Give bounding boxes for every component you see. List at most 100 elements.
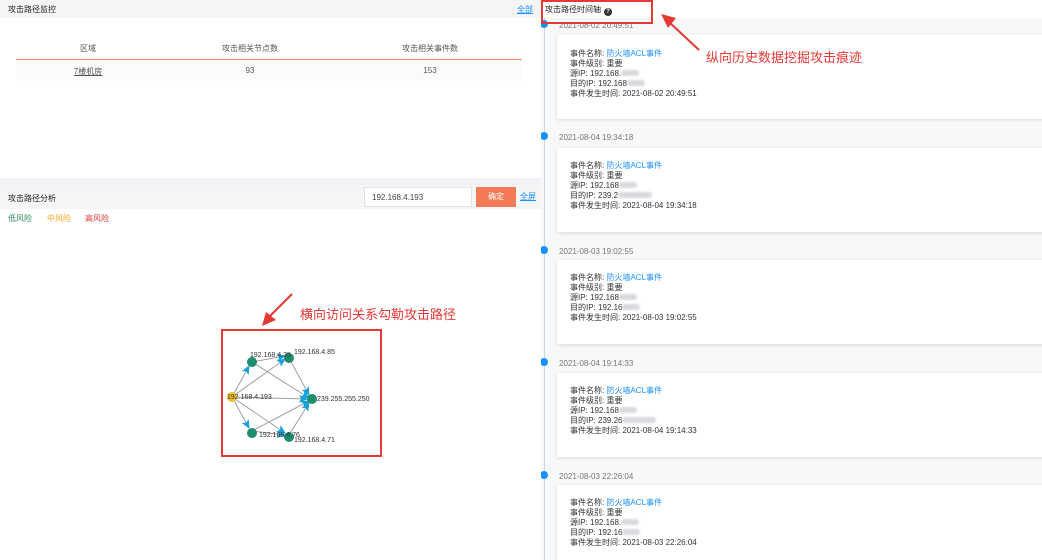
graph-node[interactable] — [307, 394, 317, 404]
event-name-label: 事件名称: — [570, 498, 607, 507]
dst-ip-label: 目的IP: — [570, 191, 599, 200]
event-level: 重要 — [606, 59, 623, 68]
dst-ip: 192.16 — [598, 528, 623, 537]
graph-label: 192.168.4.35 — [250, 352, 291, 359]
monitor-title: 攻击路径监控 — [8, 5, 56, 14]
timeline-dot — [541, 358, 548, 366]
dst-ip-label: 目的IP: — [570, 416, 599, 425]
stats-table-header: 区域 攻击相关节点数 攻击相关事件数 — [16, 38, 522, 60]
area-link[interactable]: 7楼机房 — [74, 66, 102, 77]
event-time: 2021-08-04 19:14:33 — [622, 426, 697, 435]
all-link[interactable]: 全部 — [517, 4, 533, 15]
timeline-panel: 2021-08-02 20:49:51 事件名称: 防火墙ACL事件 事件级别:… — [541, 0, 1042, 560]
event-level: 重要 — [606, 396, 623, 405]
fullscreen-link[interactable]: 全屏 — [520, 191, 536, 202]
graph-label: 192.168.4.193 — [227, 394, 272, 401]
event-card[interactable]: 事件名称: 防火墙ACL事件 事件级别: 重要 源IP: 192.168 目的I… — [557, 260, 1042, 344]
graph-canvas: 192.168.4.35 192.168.4.85 192.168.4.193 … — [227, 349, 370, 444]
event-time: 2021-08-03 22:26:04 — [622, 538, 697, 547]
annotation-vertical: 纵向历史数据挖掘攻击痕迹 — [706, 51, 863, 66]
src-ip-label: 源IP: — [570, 69, 591, 78]
event-level-label: 事件级别: — [570, 283, 607, 292]
timeline-highlight-box — [541, 0, 653, 24]
redacted-mask — [618, 294, 637, 300]
redacted-mask — [621, 519, 640, 525]
table-row: 7楼机房 93 153 — [16, 61, 522, 81]
legend-low-risk[interactable]: 低风险 — [8, 213, 32, 224]
timeline-dot — [541, 132, 548, 140]
redacted-mask — [622, 417, 657, 423]
col-area: 区域 — [80, 44, 96, 53]
annotation-horizontal: 横向访问关系勾勒攻击路径 — [300, 308, 457, 323]
redacted-mask — [618, 192, 653, 198]
legend-mid-risk[interactable]: 中风险 — [47, 213, 71, 224]
confirm-button[interactable]: 确定 — [476, 187, 516, 207]
event-time-label: 事件发生时间: — [570, 538, 623, 547]
annotation-arrow-vertical — [661, 14, 700, 51]
graph-label: 192.168.4.85 — [294, 349, 335, 356]
legend-high-risk[interactable]: 高风险 — [85, 213, 109, 224]
src-ip: 192.168. — [590, 69, 622, 78]
redacted-mask — [618, 407, 637, 413]
event-level: 重要 — [606, 508, 623, 517]
attack-graph: 192.168.4.35 192.168.4.85 192.168.4.193 … — [221, 329, 382, 457]
event-name-label: 事件名称: — [570, 273, 607, 282]
monitor-panel: 攻击路径监控 全部 区域 攻击相关节点数 攻击相关事件数 7楼机房 93 153 — [0, 0, 541, 178]
event-name-link[interactable]: 防火墙ACL事件 — [606, 386, 662, 395]
ip-search-input[interactable] — [364, 187, 472, 207]
event-name-label: 事件名称: — [570, 161, 607, 170]
event-level: 重要 — [606, 171, 623, 180]
dst-ip-label: 目的IP: — [570, 303, 599, 312]
event-name-label: 事件名称: — [570, 386, 607, 395]
src-ip-label: 源IP: — [570, 406, 591, 415]
dst-ip-label: 目的IP: — [570, 79, 599, 88]
event-name-link[interactable]: 防火墙ACL事件 — [606, 273, 662, 282]
src-ip: 192.168 — [590, 293, 619, 302]
event-level-label: 事件级别: — [570, 396, 607, 405]
event-card[interactable]: 事件名称: 防火墙ACL事件 事件级别: 重要 源IP: 192.168 目的I… — [557, 148, 1042, 232]
graph-edge — [288, 357, 310, 396]
event-name-link[interactable]: 防火墙ACL事件 — [606, 49, 662, 58]
dst-ip-label: 目的IP: — [570, 528, 599, 537]
node-count: 93 — [245, 66, 255, 75]
timeline-dot — [541, 471, 548, 479]
event-timestamp: 2021-08-03 19:02:55 — [559, 247, 634, 256]
redacted-mask — [622, 304, 641, 310]
redacted-mask — [622, 529, 641, 535]
graph-label: 192.168.4.71 — [294, 437, 335, 444]
graph-label: 239.255.255.250 — [317, 396, 370, 403]
event-time-label: 事件发生时间: — [570, 313, 623, 322]
event-time-label: 事件发生时间: — [570, 201, 623, 210]
event-card[interactable]: 事件名称: 防火墙ACL事件 事件级别: 重要 源IP: 192.168 目的I… — [557, 373, 1042, 457]
src-ip-label: 源IP: — [570, 518, 591, 527]
event-time: 2021-08-02 20:49:51 — [622, 89, 697, 98]
event-card[interactable]: 事件名称: 防火墙ACL事件 事件级别: 重要 源IP: 192.168. 目的… — [557, 485, 1042, 560]
monitor-header: 攻击路径监控 全部 — [0, 0, 541, 18]
graph-edge — [288, 402, 310, 436]
col-events: 攻击相关事件数 — [402, 44, 458, 53]
timeline-dot — [541, 246, 548, 254]
event-timestamp: 2021-08-04 19:14:33 — [559, 359, 634, 368]
annotation-arrow-horizontal — [262, 293, 293, 326]
event-time-label: 事件发生时间: — [570, 426, 623, 435]
event-level: 重要 — [606, 283, 623, 292]
dst-ip: 192.168 — [598, 79, 627, 88]
event-name-link[interactable]: 防火墙ACL事件 — [606, 498, 662, 507]
redacted-mask — [626, 80, 645, 86]
event-time: 2021-08-03 19:02:55 — [622, 313, 697, 322]
event-count: 153 — [423, 66, 437, 75]
event-name-link[interactable]: 防火墙ACL事件 — [606, 161, 662, 170]
event-level-label: 事件级别: — [570, 171, 607, 180]
src-ip-label: 源IP: — [570, 181, 591, 190]
analysis-title: 攻击路径分析 — [8, 194, 56, 203]
event-level-label: 事件级别: — [570, 508, 607, 517]
dst-ip: 192.16 — [598, 303, 623, 312]
event-timestamp: 2021-08-03 22:26:04 — [559, 472, 634, 481]
graph-node[interactable] — [247, 428, 257, 438]
src-ip: 192.168 — [590, 406, 619, 415]
event-name-label: 事件名称: — [570, 49, 607, 58]
dst-ip: 239.2 — [598, 191, 619, 200]
redacted-mask — [621, 70, 640, 76]
src-ip-label: 源IP: — [570, 293, 591, 302]
redacted-mask — [618, 182, 637, 188]
